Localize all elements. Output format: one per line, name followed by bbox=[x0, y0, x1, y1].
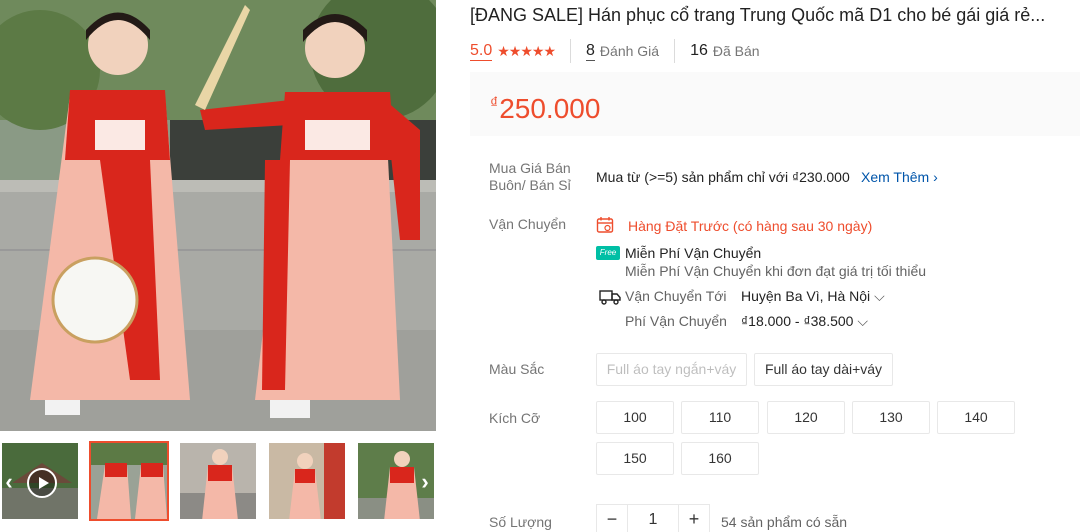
thumbnail-2-drawing bbox=[180, 443, 256, 519]
quantity-stepper: − 1 + bbox=[596, 504, 710, 532]
thumbnail-2[interactable] bbox=[178, 441, 258, 521]
size-option-120[interactable]: 120 bbox=[767, 401, 845, 434]
chevron-down-icon: ⌵ bbox=[857, 313, 868, 329]
wholesale-more-link[interactable]: Xem Thêm › bbox=[861, 169, 938, 186]
thumbnail-3[interactable] bbox=[267, 441, 347, 521]
free-shipping-title: Miễn Phí Vận Chuyển bbox=[625, 245, 762, 261]
chevron-right-icon: › bbox=[933, 169, 938, 185]
quantity-decrease-button[interactable]: − bbox=[596, 504, 628, 532]
shipping-fee-label: Phí Vận Chuyển bbox=[625, 313, 727, 329]
product-gallery: ‹ › bbox=[0, 0, 436, 532]
shipping-fee-selector[interactable]: ₫18.000 - ₫38.500 ⌵ bbox=[741, 313, 868, 330]
ship-to-label: Vận Chuyển Tới bbox=[625, 288, 727, 304]
color-option-short-sleeve[interactable]: Full áo tay ngắn+váy bbox=[596, 353, 747, 386]
size-option-140[interactable]: 140 bbox=[937, 401, 1015, 434]
shipping-label: Vận Chuyển bbox=[489, 216, 567, 232]
wholesale-label: Mua Giá Bán Buôn/ Bán Sỉ bbox=[489, 160, 571, 193]
ship-to-value: Huyện Ba Vì, Hà Nội bbox=[741, 288, 871, 304]
chevron-down-icon: ⌵ bbox=[874, 288, 885, 304]
size-option-160[interactable]: 160 bbox=[681, 442, 759, 475]
preorder-text: Hàng Đặt Trước (có hàng sau 30 ngày) bbox=[628, 218, 873, 234]
main-product-image[interactable] bbox=[0, 0, 436, 431]
quantity-label: Số Lượng bbox=[489, 514, 552, 530]
shipping-fee-value: ₫18.000 - ₫38.500 bbox=[741, 313, 854, 329]
product-stats: 5.0 ★★★★★ 8 Đánh Giá 16 Đã Bán bbox=[470, 39, 760, 63]
quantity-input[interactable]: 1 bbox=[628, 504, 678, 532]
truck-icon bbox=[599, 290, 621, 305]
size-option-100[interactable]: 100 bbox=[596, 401, 674, 434]
rating-value[interactable]: 5.0 bbox=[470, 42, 493, 61]
quantity-increase-button[interactable]: + bbox=[678, 504, 710, 532]
stock-text: 54 sản phẩm có sẵn bbox=[721, 514, 848, 530]
play-icon bbox=[27, 468, 57, 498]
sold-label: Đã Bán bbox=[712, 43, 760, 59]
free-shipping-icon: Free bbox=[596, 246, 620, 260]
price-box: ₫250.000 bbox=[470, 72, 1080, 136]
thumbnail-1-drawing bbox=[91, 443, 167, 519]
product-price: ₫250.000 bbox=[490, 88, 600, 125]
price-value: 250.000 bbox=[499, 93, 601, 124]
reviews-count[interactable]: 8 bbox=[586, 42, 595, 61]
gallery-prev-arrow[interactable]: ‹ bbox=[0, 469, 18, 495]
stats-divider bbox=[674, 39, 676, 63]
product-title: [ĐANG SALE] Hán phục cổ trang Trung Quốc… bbox=[470, 5, 1046, 25]
thumbnail-strip: ‹ › bbox=[0, 441, 436, 521]
gallery-next-arrow[interactable]: › bbox=[416, 469, 434, 495]
stats-divider bbox=[570, 39, 572, 63]
size-label: Kích Cỡ bbox=[489, 410, 541, 426]
currency-symbol: ₫ bbox=[490, 95, 499, 112]
free-shipping-desc: Miễn Phí Vận Chuyển khi đơn đạt giá trị … bbox=[625, 263, 927, 279]
ship-to-selector[interactable]: Huyện Ba Vì, Hà Nội ⌵ bbox=[741, 288, 885, 305]
size-option-150[interactable]: 150 bbox=[596, 442, 674, 475]
calendar-icon bbox=[596, 217, 614, 233]
size-option-110[interactable]: 110 bbox=[681, 401, 759, 434]
wholesale-text: Mua từ (>=5) sản phẩm chỉ với ₫230.000 bbox=[596, 169, 850, 185]
wholesale-more-label: Xem Thêm bbox=[861, 169, 930, 185]
size-option-130[interactable]: 130 bbox=[852, 401, 930, 434]
sold-count: 16 bbox=[690, 42, 708, 59]
reviews-label: Đánh Giá bbox=[599, 43, 660, 59]
product-info: [ĐANG SALE] Hán phục cổ trang Trung Quốc… bbox=[470, 0, 1080, 532]
main-image-drawing bbox=[0, 0, 436, 431]
color-label: Màu Sắc bbox=[489, 361, 545, 377]
rating-stars-icon: ★★★★★ bbox=[497, 42, 556, 59]
thumbnail-3-drawing bbox=[269, 443, 345, 519]
color-option-long-sleeve[interactable]: Full áo tay dài+váy bbox=[754, 353, 893, 386]
thumbnail-1[interactable] bbox=[89, 441, 169, 521]
